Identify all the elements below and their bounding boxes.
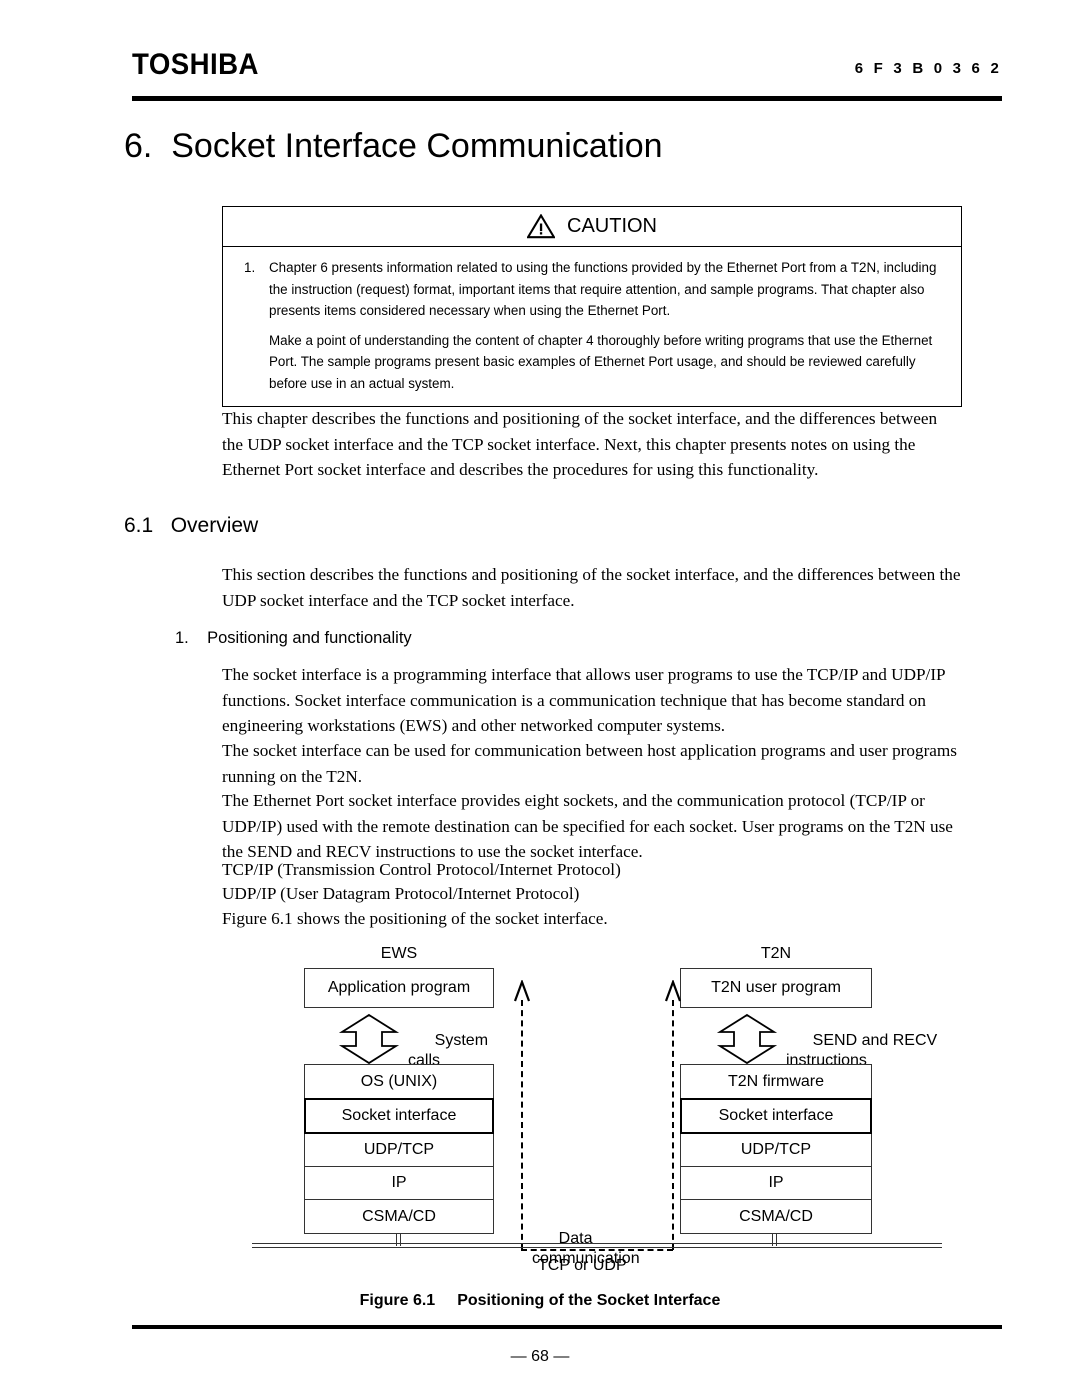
figure-6-1-diagram: EWS Application program System calls OS … xyxy=(0,938,1080,1274)
chapter-title: 6. Socket Interface Communication xyxy=(124,127,663,165)
data-path-left-arrowhead-icon xyxy=(512,978,532,1007)
t2n-layer-ip: IP xyxy=(680,1166,872,1200)
figure-caption: Figure 6.1 Positioning of the Socket Inte… xyxy=(0,1292,1080,1310)
page-number: — 68 — xyxy=(510,1348,570,1365)
t2n-layer-udp-tcp: UDP/TCP xyxy=(680,1133,872,1167)
caution-title: CAUTION xyxy=(567,215,657,237)
abbreviation-tcpip: TCP/IP (Transmission Control Protocol/In… xyxy=(222,860,621,879)
section-intro-paragraph: This section describes the functions and… xyxy=(222,565,961,610)
ews-layer-csma-cd: CSMA/CD xyxy=(304,1199,494,1234)
footer-divider xyxy=(132,1325,1002,1329)
document-page: TOSHIBA 6 F 3 B 0 3 6 2 6. Socket Interf… xyxy=(0,0,1080,1397)
send-recv-arrow-icon xyxy=(716,1013,778,1070)
caution-item-number: 1. xyxy=(244,260,256,275)
system-calls-arrow-icon xyxy=(338,1013,400,1070)
t2n-stack-title: T2N xyxy=(760,945,792,962)
network-bus-line xyxy=(252,1243,942,1248)
header-divider xyxy=(132,96,1002,101)
ews-stack-title: EWS xyxy=(380,945,418,962)
ews-layer-os: OS (UNIX) xyxy=(304,1064,494,1099)
subsection-heading-positioning: 1. Positioning and functionality xyxy=(175,629,412,647)
abbreviation-udpip: UDP/IP (User Datagram Protocol/Internet … xyxy=(222,884,580,903)
figure-reference: Figure 6.1 shows the positioning of the … xyxy=(222,909,608,928)
intro-paragraph: This chapter describes the functions and… xyxy=(222,409,938,480)
caution-paragraph-2: Make a point of understanding the conten… xyxy=(269,332,933,391)
paragraph-3: The Ethernet Port socket interface provi… xyxy=(222,791,953,862)
abbreviation-list: TCP/IP (Transmission Control Protocol/In… xyxy=(222,858,962,906)
paragraph-2: The socket interface can be used for com… xyxy=(222,741,957,786)
caution-paragraph-1: Chapter 6 presents information related t… xyxy=(269,260,937,318)
caution-header: CAUTION xyxy=(223,207,961,247)
document-number: 6 F 3 B 0 3 6 2 xyxy=(854,60,1002,77)
toshiba-logo: TOSHIBA xyxy=(132,48,259,81)
t2n-user-program-box: T2N user program xyxy=(680,968,872,1008)
ews-layer-ip: IP xyxy=(304,1166,494,1200)
ews-application-program-box: Application program xyxy=(304,968,494,1008)
page-header: TOSHIBA 6 F 3 B 0 3 6 2 xyxy=(132,48,1002,94)
caution-box: CAUTION 1. Chapter 6 presents informatio… xyxy=(222,206,962,407)
t2n-layer-socket-interface: Socket interface xyxy=(680,1098,872,1134)
paragraph-1: The socket interface is a programming in… xyxy=(222,665,945,736)
figure-caption-title: Positioning of the Socket Interface xyxy=(457,1292,721,1309)
section-heading-6-1: 6.1 Overview xyxy=(124,514,259,537)
t2n-layer-firmware: T2N firmware xyxy=(680,1064,872,1099)
data-path-right-arrowhead-icon xyxy=(663,978,683,1007)
caution-body: 1. Chapter 6 presents information relate… xyxy=(223,247,961,406)
figure-caption-label: Figure 6.1 xyxy=(359,1292,436,1309)
data-communication-label: Data communication xyxy=(532,1229,640,1268)
data-path-left-line xyxy=(521,1000,523,1250)
caution-item: 1. Chapter 6 presents information relate… xyxy=(235,257,945,394)
warning-triangle-icon xyxy=(527,214,555,239)
t2n-layer-csma-cd: CSMA/CD xyxy=(680,1199,872,1234)
tcp-or-udp-label: TCP or UDP xyxy=(538,1257,627,1274)
caution-item-text: Chapter 6 presents information related t… xyxy=(269,257,945,394)
ews-layer-udp-tcp: UDP/TCP xyxy=(304,1133,494,1167)
ews-layer-socket-interface: Socket interface xyxy=(304,1098,494,1134)
data-path-right-line xyxy=(672,1000,674,1250)
